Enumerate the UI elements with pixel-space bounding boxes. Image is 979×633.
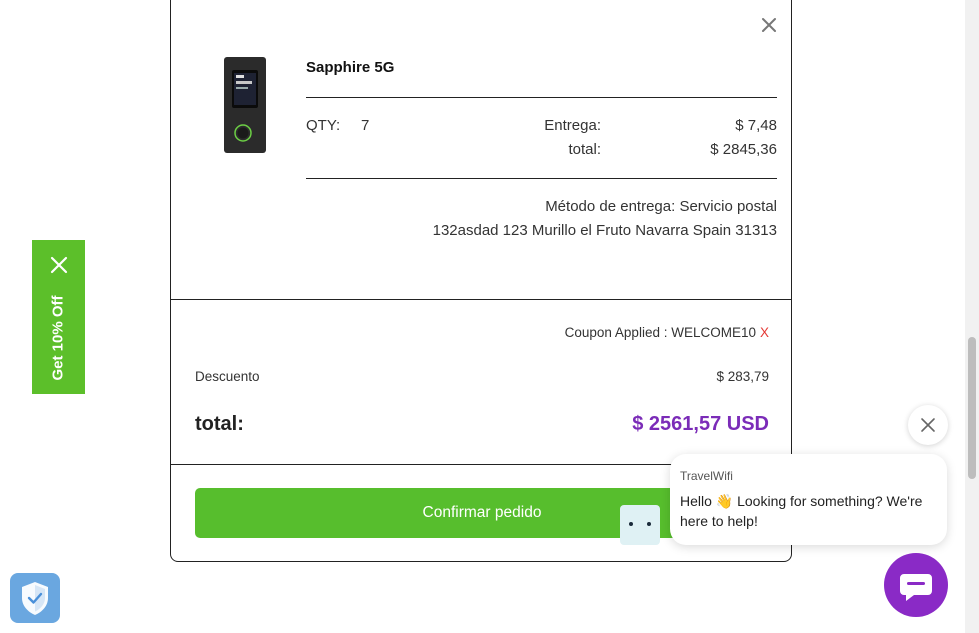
section-divider (171, 299, 791, 300)
remove-coupon-button[interactable]: X (760, 325, 769, 340)
product-name: Sapphire 5G (306, 59, 395, 76)
product-image (223, 57, 267, 153)
discount-label: Descuento (195, 369, 260, 384)
close-modal-button[interactable] (758, 14, 780, 36)
total-label: total: (195, 413, 244, 435)
delivery-value: $ 7,48 (735, 117, 777, 134)
promo-label: Get 10% Off (49, 295, 67, 381)
subtotal-value: $ 2845,36 (710, 141, 777, 158)
close-icon (921, 418, 935, 432)
qty-label: QTY: (306, 117, 341, 134)
chat-launcher-button[interactable] (884, 553, 948, 617)
chat-message: Hello 👋 Looking for something? We're her… (680, 493, 923, 529)
shipping-method: Método de entrega: Servicio postal (545, 198, 777, 215)
discount-value: $ 283,79 (716, 369, 769, 384)
total-value: $ 2561,57 USD (632, 413, 769, 435)
coupon-text: Coupon Applied : WELCOME10 (564, 325, 756, 340)
chat-icon (900, 574, 932, 601)
shipping-address: 132asdad 123 Murillo el Fruto Navarra Sp… (432, 222, 777, 239)
divider (306, 178, 777, 179)
chat-close-button[interactable] (908, 405, 948, 445)
page-scrollbar[interactable] (965, 0, 979, 633)
subtotal-label: total: (568, 141, 601, 158)
chat-greeting-bubble[interactable]: TravelWifi Hello 👋 Looking for something… (670, 454, 947, 545)
promo-tab[interactable]: Get 10% Off (32, 240, 85, 394)
shield-icon (22, 582, 48, 615)
divider (306, 97, 777, 98)
delivery-label: Entrega: (544, 117, 601, 134)
qty-value: 7 (361, 117, 370, 134)
bot-avatar-icon (620, 505, 660, 545)
privacy-shield-button[interactable] (10, 573, 60, 623)
coupon-applied: Coupon Applied : WELCOME10 X (565, 325, 769, 340)
close-icon[interactable] (49, 255, 69, 275)
chat-brand: TravelWifi (680, 469, 733, 483)
scrollbar-thumb[interactable] (968, 337, 976, 479)
close-icon (762, 18, 776, 32)
